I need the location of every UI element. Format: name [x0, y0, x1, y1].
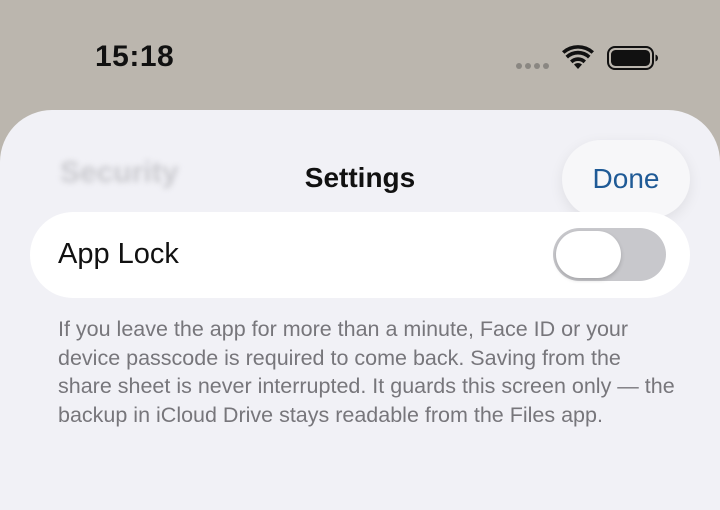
- app-lock-label: App Lock: [58, 238, 179, 270]
- settings-sheet: Security Settings Done App Lock If you l…: [0, 110, 720, 510]
- toggle-knob: [556, 231, 621, 278]
- status-time: 15:18: [95, 40, 175, 73]
- battery-icon: [607, 46, 658, 70]
- app-lock-toggle[interactable]: [553, 228, 666, 281]
- app-lock-row[interactable]: App Lock: [30, 212, 690, 298]
- status-bar: 15:18: [0, 0, 720, 110]
- done-button[interactable]: Done: [562, 140, 690, 218]
- wifi-icon: [562, 45, 594, 69]
- app-lock-footer-text: If you leave the app for more than a min…: [58, 317, 675, 427]
- cellular-dots-icon: [516, 63, 549, 69]
